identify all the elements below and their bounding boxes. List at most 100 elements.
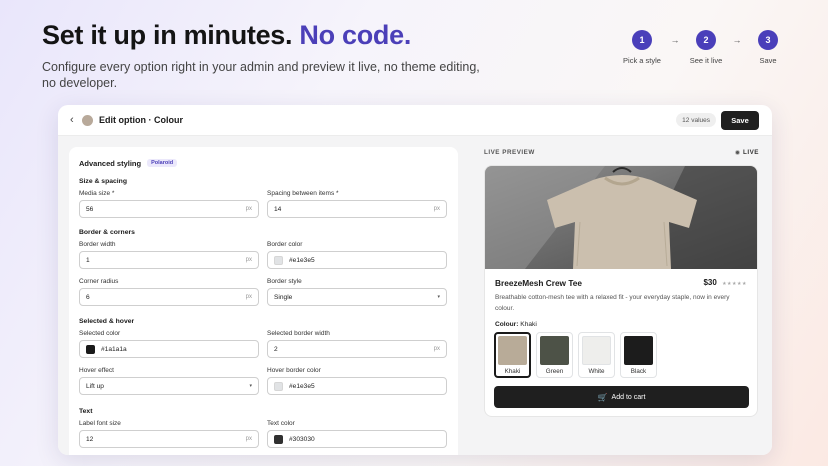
- variant-white-label: White: [588, 368, 605, 375]
- variant-khaki-swatch: [498, 336, 527, 365]
- corner-radius-value: 6: [86, 293, 90, 301]
- variant-green-swatch: [540, 336, 569, 365]
- product-price: $30: [703, 278, 717, 287]
- hover-effect-select[interactable]: Lift up ▾: [79, 377, 259, 395]
- page-subtitle: Configure every option right in your adm…: [42, 60, 480, 90]
- selected-hover-heading: Selected & hover: [79, 318, 135, 325]
- spacing-label: Spacing between items *: [267, 190, 339, 197]
- variant-green[interactable]: Green: [536, 332, 573, 378]
- selected-border-width-unit: px: [433, 346, 440, 352]
- border-width-input[interactable]: 1 px: [79, 251, 259, 269]
- border-color-swatch[interactable]: [274, 255, 283, 265]
- colour-selection-label: Colour: Khaki: [495, 321, 537, 328]
- style-badge: Polaroid: [147, 159, 178, 167]
- option-avatar: [82, 114, 93, 126]
- step-3-label: Save: [759, 56, 777, 65]
- hover-border-color-input[interactable]: #e1e3e5: [267, 377, 447, 395]
- arrow-right-icon: →: [732, 35, 742, 45]
- colour-label: Colour:: [495, 321, 519, 328]
- step-1-label: Pick a style: [623, 56, 661, 65]
- step-1: 1 Pick a style: [620, 30, 664, 65]
- tshirt-image: [485, 166, 757, 269]
- variant-black[interactable]: Black: [620, 332, 657, 378]
- hover-border-color-swatch[interactable]: [274, 381, 283, 391]
- selected-border-width-label: Selected border width: [267, 330, 330, 337]
- step-3: 3 Save: [748, 30, 788, 65]
- editor-panel: ‹ Edit option · Colour 12 values Save Ad…: [58, 105, 772, 455]
- size-spacing-heading: Size & spacing: [79, 178, 127, 185]
- border-style-label: Border style: [267, 278, 302, 285]
- product-name: BreezeMesh Crew Tee: [495, 278, 582, 288]
- page-title-accent: No code.: [299, 20, 412, 50]
- hover-effect-label: Hover effect: [79, 367, 114, 374]
- variant-green-label: Green: [545, 368, 564, 375]
- variant-black-swatch: [624, 336, 653, 365]
- rating-stars-icon: ★★★★★: [722, 281, 747, 287]
- step-2-label: See it live: [689, 56, 723, 65]
- media-size-label: Media size *: [79, 190, 115, 197]
- media-size-input[interactable]: 56 px: [79, 200, 259, 218]
- steps-indicator: 1 Pick a style → 2 See it live → 3 Save: [620, 30, 788, 65]
- label-font-size-input[interactable]: 12 px: [79, 430, 259, 448]
- selected-color-swatch[interactable]: [86, 344, 95, 354]
- selected-color-input[interactable]: #1a1a1a: [79, 340, 259, 358]
- colour-value: Khaki: [520, 321, 537, 328]
- step-3-number: 3: [758, 30, 778, 50]
- hover-border-color-value: #e1e3e5: [289, 382, 315, 390]
- product-description: Breathable cotton-mesh tee with a relaxe…: [495, 294, 730, 312]
- save-button[interactable]: Save: [721, 111, 759, 130]
- border-style-value: Single: [274, 293, 293, 301]
- add-to-cart-label: Add to cart: [611, 393, 646, 401]
- variant-white-swatch: [582, 336, 611, 365]
- chevron-down-icon: ▾: [437, 294, 440, 300]
- label-font-size-unit: px: [245, 436, 252, 442]
- chevron-down-icon: ▾: [249, 383, 252, 389]
- label-font-size-value: 12: [86, 435, 94, 443]
- hover-effect-value: Lift up: [86, 382, 104, 390]
- product-card: BreezeMesh Crew Tee $30 ★★★★★ Breathable…: [484, 165, 758, 417]
- selected-color-value: #1a1a1a: [101, 345, 127, 353]
- media-size-value: 56: [86, 205, 94, 213]
- live-label: LIVE: [743, 149, 759, 156]
- variant-black-label: Black: [630, 368, 647, 375]
- step-2: 2 See it live: [686, 30, 726, 65]
- editor-topbar: ‹ Edit option · Colour 12 values Save: [58, 105, 772, 136]
- variant-khaki-label: Khaki: [504, 368, 521, 375]
- border-width-value: 1: [86, 256, 90, 264]
- advanced-styling-title: Advanced styling: [79, 158, 142, 168]
- editor-title: Edit option · Colour: [99, 115, 183, 125]
- text-color-label: Text color: [267, 420, 295, 427]
- live-indicator: LIVE: [735, 149, 759, 156]
- step-1-number: 1: [632, 30, 652, 50]
- border-style-select[interactable]: Single ▾: [267, 288, 447, 306]
- border-width-label: Border width: [79, 241, 116, 248]
- corner-radius-label: Corner radius: [79, 278, 119, 285]
- border-color-label: Border color: [267, 241, 303, 248]
- live-dot-icon: [735, 150, 740, 155]
- advanced-styling-card: Advanced styling Polaroid Size & spacing…: [69, 147, 458, 455]
- spacing-value: 14: [274, 205, 282, 213]
- selected-border-width-value: 2: [274, 345, 278, 353]
- page-title: Set it up in minutes. No code.: [42, 20, 411, 51]
- text-color-swatch[interactable]: [274, 434, 283, 444]
- add-to-cart-button[interactable]: 🛒 Add to cart: [494, 386, 749, 408]
- border-color-value: #e1e3e5: [289, 256, 315, 264]
- live-preview-pane: LIVE PREVIEW LIVE BreezeMesh Crew Tee $3…: [473, 136, 772, 455]
- arrow-right-icon: →: [670, 35, 680, 45]
- border-color-input[interactable]: #e1e3e5: [267, 251, 447, 269]
- selected-color-label: Selected color: [79, 330, 121, 337]
- media-size-unit: px: [245, 206, 252, 212]
- live-preview-label: LIVE PREVIEW: [484, 149, 535, 156]
- page-title-main: Set it up in minutes.: [42, 20, 293, 50]
- variant-khaki[interactable]: Khaki: [494, 332, 531, 378]
- variant-white[interactable]: White: [578, 332, 615, 378]
- border-corners-heading: Border & corners: [79, 229, 135, 236]
- selected-border-width-input[interactable]: 2 px: [267, 340, 447, 358]
- text-color-input[interactable]: #303030: [267, 430, 447, 448]
- colour-variants: Khaki Green White Black: [494, 332, 662, 378]
- spacing-input[interactable]: 14 px: [267, 200, 447, 218]
- back-icon[interactable]: ‹: [70, 114, 80, 126]
- hover-border-color-label: Hover border color: [267, 367, 321, 374]
- border-width-unit: px: [245, 257, 252, 263]
- corner-radius-input[interactable]: 6 px: [79, 288, 259, 306]
